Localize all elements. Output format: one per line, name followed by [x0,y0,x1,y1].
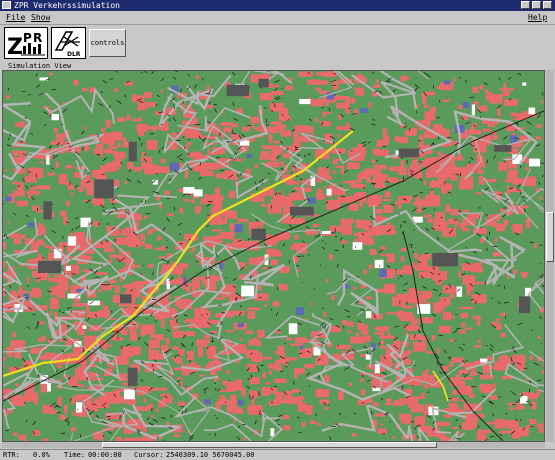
time-label: Time: [64,451,86,459]
status-bar: RTR: 0.0% Time: 00:00:00 Cursor: 2540309… [0,449,555,460]
toolbar: Z P R DLR controls [0,25,555,62]
dlr-logo: DLR [51,27,86,59]
rtr-label: RTR: [3,451,20,459]
minimize-icon[interactable] [521,1,530,9]
rtr-value: 0.0% [33,451,50,459]
vertical-scrollbar[interactable] [546,70,554,442]
simulation-map[interactable] [2,70,545,442]
time-value: 00:00:00 [88,451,122,459]
svg-text:P: P [23,31,32,45]
maximize-icon[interactable] [532,1,541,9]
section-label: Simulation View [8,62,72,70]
menu-help[interactable]: Help [528,13,547,23]
svg-text:DLR: DLR [67,51,81,58]
window-menu-icon[interactable] [2,1,11,9]
close-icon[interactable] [543,1,552,9]
window-title: ZPR Verkehrssimulation [14,1,120,10]
horizontal-scroll-thumb[interactable] [102,442,437,448]
svg-text:Z: Z [7,35,23,58]
vertical-scroll-thumb[interactable] [546,212,554,262]
zpr-logo: Z P R [4,27,48,60]
svg-text:R: R [33,31,42,45]
menu-show[interactable]: Show [31,13,50,23]
map-canvas[interactable] [3,71,544,441]
menu-bar: File Show Help [0,11,555,25]
title-bar[interactable]: ZPR Verkehrssimulation [0,0,555,11]
horizontal-scrollbar[interactable] [2,442,545,448]
cursor-value: 2540309.10 5670045.00 [166,451,255,459]
controls-button[interactable]: controls [89,29,126,57]
menu-file[interactable]: File [6,13,25,23]
cursor-label: Cursor: [134,451,164,459]
